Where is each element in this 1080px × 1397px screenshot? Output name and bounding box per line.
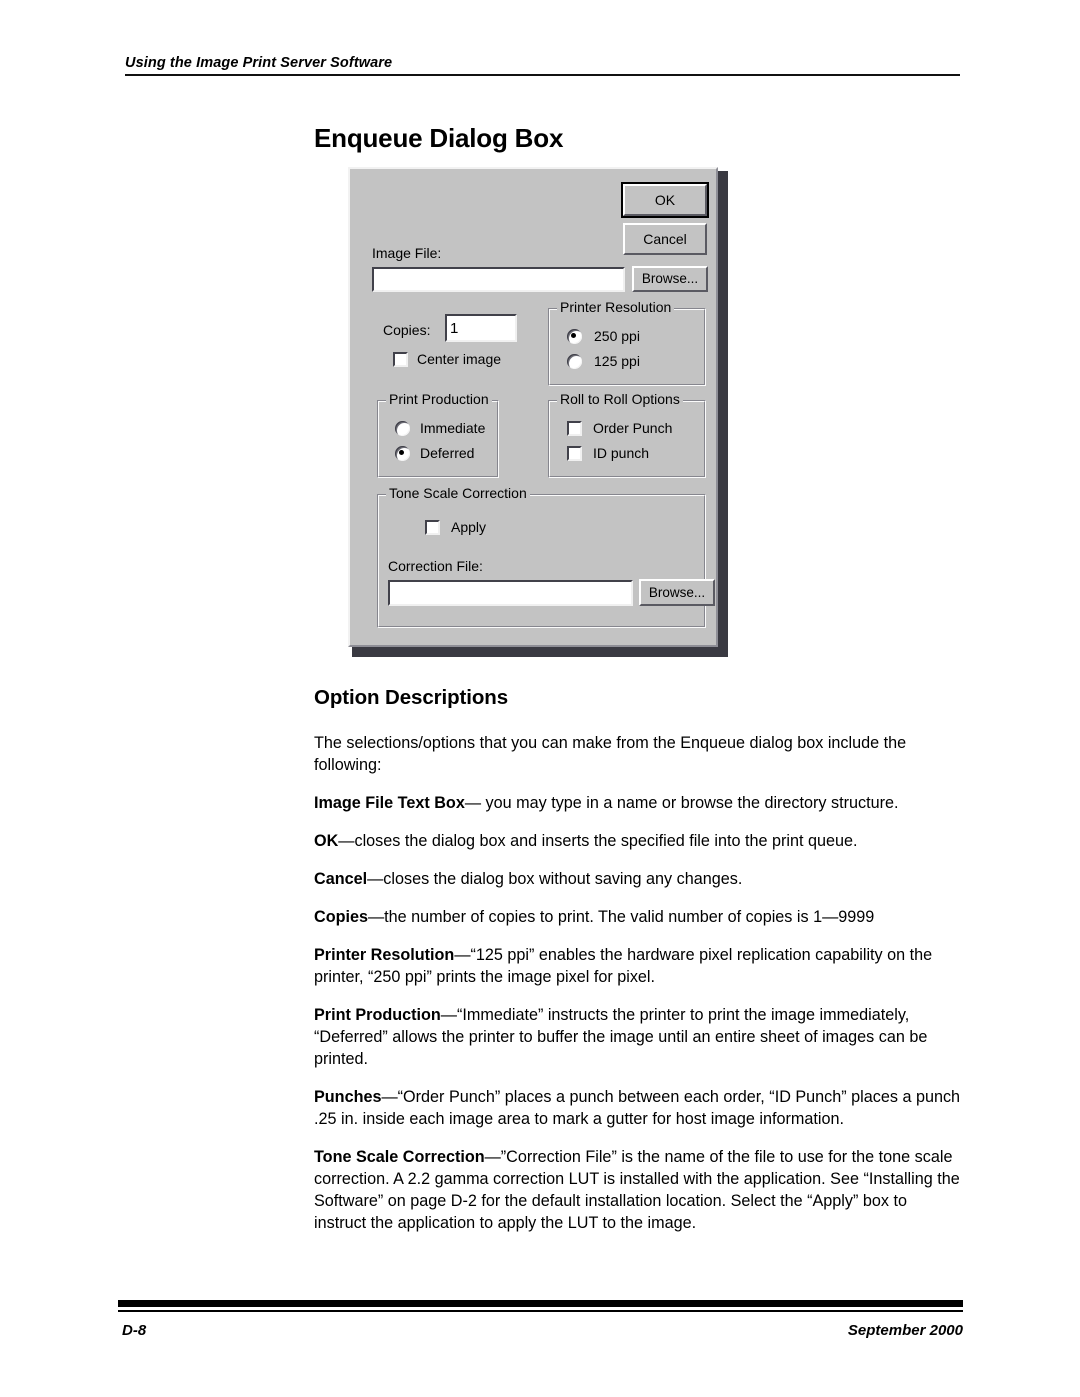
sep-3: —	[367, 908, 385, 926]
correction-file-input[interactable]	[388, 580, 633, 606]
print-production-group: Print Production Immediate Deferred	[377, 392, 499, 478]
roll-to-roll-title: Roll to Roll Options	[557, 392, 683, 406]
ok-button[interactable]: OK	[621, 182, 709, 218]
sep-7: —	[484, 1148, 501, 1166]
footer-rule-thick	[118, 1300, 963, 1307]
sep-0: —	[464, 794, 486, 812]
tone-scale-correction-group: Tone Scale Correction Apply Correction F…	[377, 486, 715, 628]
sep-6: —	[381, 1088, 398, 1106]
desc-3: the number of copies to print. The valid…	[384, 908, 875, 926]
desc-6: “Order Punch” places a punch between eac…	[314, 1088, 961, 1128]
footer-rules	[118, 1300, 963, 1312]
copies-input[interactable]: 1	[445, 314, 517, 342]
desc-0: you may type in a name or browse the dir…	[485, 794, 899, 812]
running-header: Using the Image Print Server Software	[125, 55, 960, 76]
enqueue-dialog-figure: OK Cancel Image File: Browse... Copies: …	[348, 167, 728, 657]
term-image-file-text-box: Image File Text Box	[314, 794, 465, 812]
term-printer-resolution: Printer Resolution	[314, 946, 455, 964]
footer-date: September 2000	[847, 1322, 963, 1339]
dialog-frame: OK Cancel Image File: Browse... Copies: …	[348, 167, 718, 647]
sep-5: —	[440, 1006, 457, 1024]
production-deferred-radio[interactable]	[395, 446, 410, 461]
apply-checkbox[interactable]	[425, 520, 440, 535]
term-copies: Copies	[314, 908, 368, 926]
correction-file-label: Correction File:	[388, 558, 483, 574]
production-immediate-radio[interactable]	[395, 421, 410, 436]
resolution-250ppi-label: 250 ppi	[594, 328, 640, 344]
resolution-125ppi-radio[interactable]	[567, 354, 582, 369]
sep-1: —	[338, 832, 355, 850]
term-ok: OK	[314, 832, 339, 850]
footer-rule-thin	[118, 1310, 963, 1312]
term-tone-scale-correction: Tone Scale Correction	[314, 1148, 485, 1166]
image-file-label: Image File:	[372, 245, 442, 261]
desc-2: closes the dialog box without saving any…	[383, 870, 743, 888]
printer-resolution-title: Printer Resolution	[557, 300, 675, 314]
resolution-250ppi-radio[interactable]	[567, 329, 582, 344]
center-image-checkbox[interactable]	[393, 352, 408, 367]
sep-2: —	[367, 870, 384, 888]
print-production-title: Print Production	[386, 392, 492, 406]
option-item-print-production: Print Production—“Immediate” instructs t…	[314, 1004, 962, 1070]
center-image-label: Center image	[417, 351, 502, 367]
sub-heading: Option Descriptions	[314, 686, 509, 709]
dialog-client-area: OK Cancel Image File: Browse... Copies: …	[355, 174, 715, 640]
id-punch-label: ID punch	[593, 445, 650, 461]
intro-paragraph: The selections/options that you can make…	[314, 734, 907, 774]
image-file-input[interactable]	[372, 267, 625, 292]
browse-image-file-button[interactable]: Browse...	[632, 266, 708, 292]
desc-1: closes the dialog box and inserts the sp…	[354, 832, 858, 850]
id-punch-checkbox[interactable]	[567, 446, 582, 461]
production-deferred-label: Deferred	[420, 445, 475, 461]
option-item-cancel: Cancel—closes the dialog box without sav…	[314, 868, 962, 890]
option-item-ok: OK—closes the dialog box and inserts the…	[314, 830, 962, 852]
footer-page-number: D-8	[122, 1322, 147, 1339]
sep-4: —	[454, 946, 471, 964]
option-item-copies: Copies—the number of copies to print. Th…	[314, 906, 962, 928]
order-punch-label: Order Punch	[593, 420, 673, 436]
production-immediate-label: Immediate	[420, 420, 486, 436]
order-punch-checkbox[interactable]	[567, 421, 582, 436]
term-punches: Punches	[314, 1088, 382, 1106]
term-cancel: Cancel	[314, 870, 368, 888]
option-item-image-file-text-box: Image File Text Box— you may type in a n…	[314, 792, 962, 814]
browse-correction-file-button[interactable]: Browse...	[639, 579, 715, 606]
running-header-text: Using the Image Print Server Software	[125, 55, 393, 71]
option-item-printer-resolution: Printer Resolution—“125 ppi” enables the…	[314, 944, 962, 988]
apply-label: Apply	[451, 519, 487, 535]
option-item-tone-scale-correction: Tone Scale Correction—”Correction File” …	[314, 1146, 962, 1234]
body-copy: Option Descriptions The selections/optio…	[314, 686, 962, 1250]
roll-to-roll-options-group: Roll to Roll Options Order Punch ID punc…	[548, 392, 706, 478]
resolution-125ppi-label: 125 ppi	[594, 353, 640, 369]
option-item-punches: Punches—“Order Punch” places a punch bet…	[314, 1086, 962, 1130]
tone-scale-correction-title: Tone Scale Correction	[386, 486, 530, 500]
printer-resolution-group: Printer Resolution 250 ppi 125 ppi	[548, 300, 706, 386]
copies-label: Copies:	[383, 322, 431, 338]
cancel-button[interactable]: Cancel	[623, 223, 707, 255]
page-title: Enqueue Dialog Box	[314, 123, 564, 153]
term-print-production: Print Production	[314, 1006, 441, 1024]
